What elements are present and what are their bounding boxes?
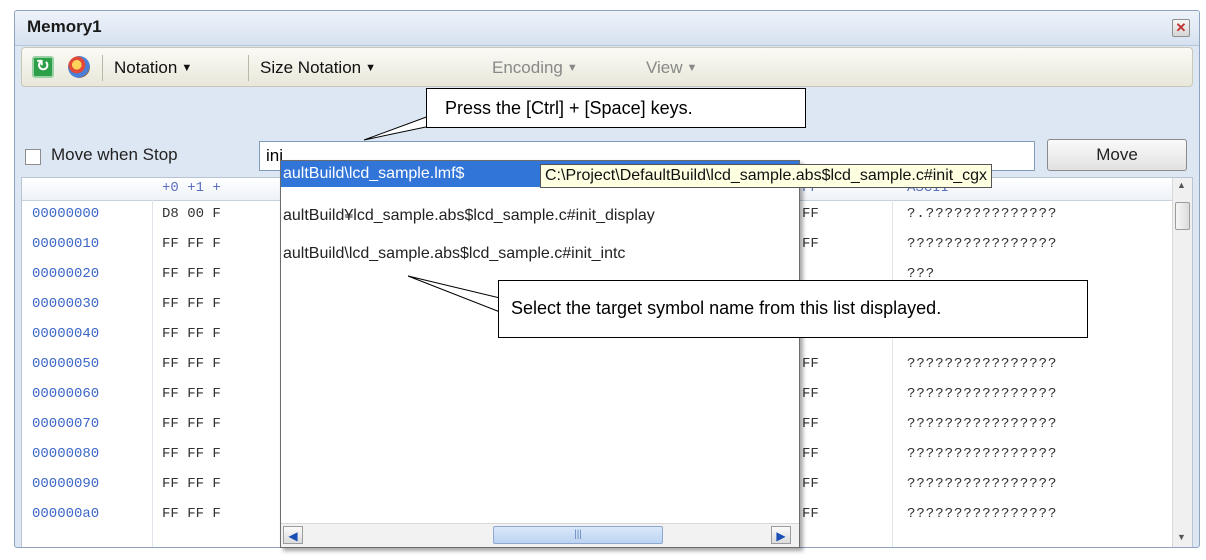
callout-press-keys: Press the [Ctrl] + [Space] keys. — [426, 88, 806, 128]
callout-leader-2 — [407, 275, 501, 313]
callout-select-symbol: Select the target symbol name from this … — [498, 280, 1088, 338]
